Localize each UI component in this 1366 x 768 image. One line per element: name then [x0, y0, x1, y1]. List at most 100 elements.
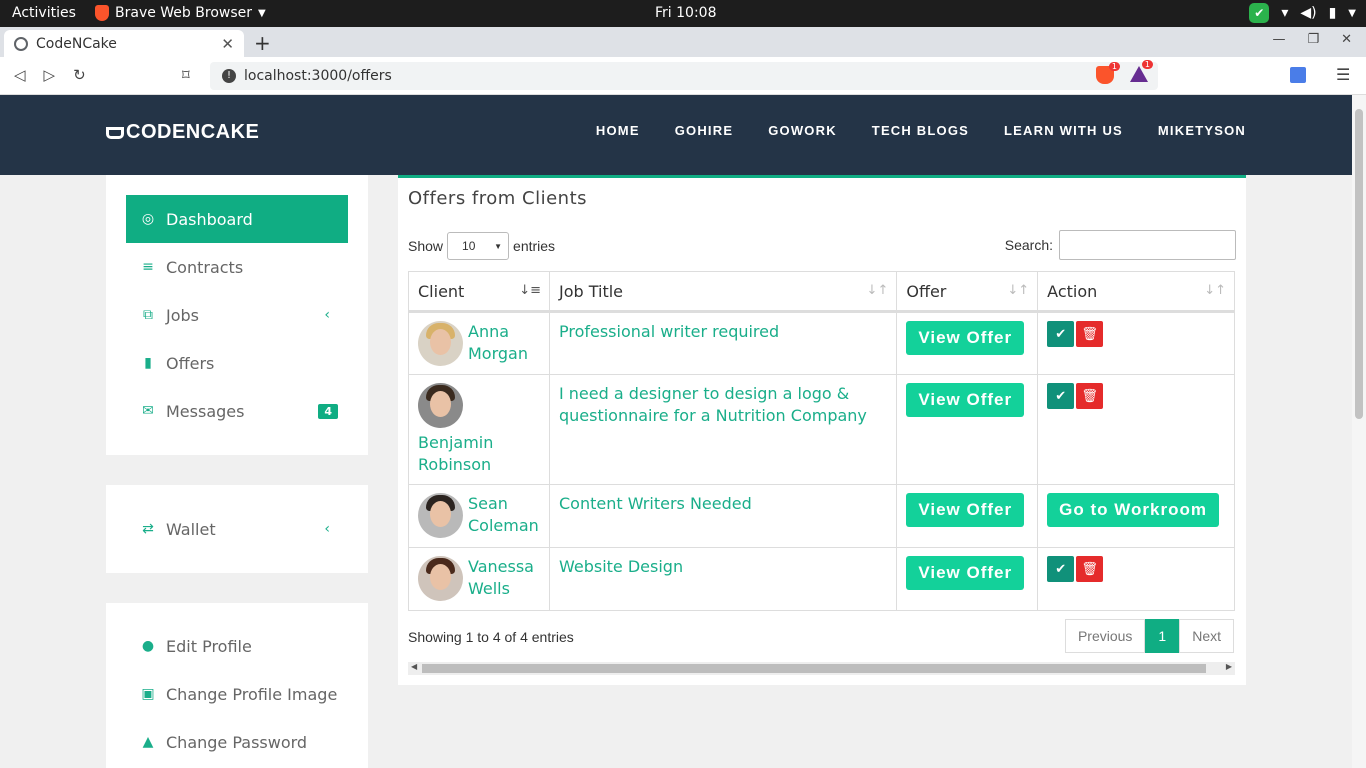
- offer-cell: View Offer: [896, 374, 1039, 485]
- rewards-count: 1: [1141, 60, 1153, 69]
- lock-icon: ▲: [142, 734, 154, 750]
- check-shield-icon[interactable]: ✔: [1249, 3, 1270, 23]
- nav-gohire[interactable]: GOHIRE: [675, 123, 733, 138]
- nav-tech-blogs[interactable]: TECH BLOGS: [872, 123, 969, 138]
- sidebar-item-contracts[interactable]: ≡ Contracts: [126, 243, 348, 291]
- entries-label: entries: [513, 238, 556, 254]
- next-page-button[interactable]: Next: [1179, 619, 1234, 653]
- sidebar-item-messages[interactable]: ✉ Messages 4: [126, 387, 348, 435]
- chevron-left-icon: ‹: [324, 307, 330, 323]
- column-header-job-title[interactable]: Job Title ↓↑: [548, 271, 898, 313]
- entries-select[interactable]: 10 ▼: [447, 232, 510, 260]
- translate-icon[interactable]: [1290, 67, 1306, 83]
- browser-tab[interactable]: CodeNCake ✕: [4, 30, 244, 57]
- job-title-link[interactable]: Professional writer required: [559, 322, 799, 341]
- client-cell: Vanessa Wells: [408, 547, 550, 611]
- page-1-button[interactable]: 1: [1145, 619, 1180, 653]
- trash-icon[interactable]: 🗑: [1076, 321, 1104, 347]
- column-header-offer[interactable]: Offer ↓↑: [896, 271, 1039, 313]
- view-offer-button[interactable]: View Offer: [906, 556, 1025, 590]
- system-tray[interactable]: ✔ ▾ ◀) ▮ ▼: [1249, 3, 1356, 23]
- offer-cell: View Offer: [896, 484, 1039, 548]
- horizontal-scrollbar[interactable]: ◀ ▶: [408, 662, 1235, 675]
- avatar: [418, 556, 463, 601]
- minimize-icon[interactable]: —: [1272, 32, 1285, 47]
- sidebar-item-change-password[interactable]: ▲ Change Password: [126, 718, 348, 766]
- back-icon[interactable]: ◁: [14, 66, 26, 84]
- sidebar-item-jobs[interactable]: ⧉ Jobs ‹: [126, 291, 348, 339]
- globe-icon: [14, 36, 28, 51]
- column-label: Offer: [906, 281, 947, 301]
- brave-shields-icon[interactable]: 1: [1096, 62, 1120, 84]
- chevron-left-icon: ‹: [324, 521, 330, 537]
- table-search: Search:: [1005, 230, 1236, 260]
- job-title-link[interactable]: I need a designer to design a logo & que…: [559, 384, 887, 425]
- table-row: Sean Coleman Content Writers Needed View…: [408, 484, 1235, 548]
- address-bar[interactable]: ! localhost:3000/offers: [210, 62, 1158, 90]
- app-menu[interactable]: Brave Web Browser ▼: [95, 5, 266, 21]
- column-label: Job Title: [558, 281, 624, 301]
- go-to-workroom-button[interactable]: Go to Workroom: [1047, 493, 1219, 527]
- column-header-client[interactable]: Client ↓≡: [408, 271, 550, 313]
- action-cell: ✔ 🗑: [1037, 547, 1235, 611]
- view-offer-button[interactable]: View Offer: [906, 321, 1025, 355]
- job-title-cell: Content Writers Needed: [548, 484, 898, 548]
- nav-home[interactable]: HOME: [596, 123, 640, 138]
- client-name-link[interactable]: Sean Coleman: [468, 493, 540, 537]
- sidebar-item-edit-profile[interactable]: ● Edit Profile: [126, 622, 348, 670]
- trash-icon[interactable]: 🗑: [1076, 556, 1104, 582]
- search-label: Search:: [1004, 237, 1053, 253]
- site-logo[interactable]: CODENCAKE: [106, 121, 259, 144]
- restore-icon[interactable]: ❐: [1307, 32, 1319, 47]
- client-name-link[interactable]: Vanessa Wells: [468, 556, 540, 600]
- client-name-link[interactable]: Anna Morgan: [468, 321, 540, 365]
- sidebar-item-offers[interactable]: ▮ Offers: [126, 339, 348, 387]
- horizontal-scroll-thumb[interactable]: [422, 664, 1206, 673]
- previous-page-button[interactable]: Previous: [1064, 619, 1146, 653]
- job-title-link[interactable]: Content Writers Needed: [559, 494, 772, 513]
- brave-icon: [95, 5, 109, 21]
- activities-button[interactable]: Activities: [12, 5, 76, 21]
- sort-asc-icon: ↓≡: [519, 283, 541, 298]
- new-tab-button[interactable]: +: [254, 31, 271, 55]
- scroll-right-icon[interactable]: ▶: [1226, 662, 1232, 671]
- hamburger-menu-icon[interactable]: ☰: [1336, 65, 1350, 84]
- nav-gowork[interactable]: GOWORK: [768, 123, 837, 138]
- nav-user-miketyson[interactable]: MIKETYSON: [1158, 123, 1246, 138]
- avatar: [418, 383, 463, 428]
- close-tab-icon[interactable]: ✕: [221, 35, 234, 53]
- sidebar-item-change-profile-image[interactable]: ▣ Change Profile Image: [126, 670, 348, 718]
- scroll-left-icon[interactable]: ◀: [411, 662, 417, 671]
- reload-icon[interactable]: ↻: [73, 66, 86, 84]
- client-cell: Anna Morgan: [408, 311, 550, 375]
- chevron-down-icon: ▼: [1348, 7, 1356, 19]
- avatar: [418, 493, 463, 538]
- check-icon[interactable]: ✔: [1047, 321, 1075, 347]
- close-window-icon[interactable]: ✕: [1341, 32, 1352, 47]
- client-name-link[interactable]: Benjamin Robinson: [418, 432, 540, 476]
- bookmark-icon[interactable]: ⌑: [182, 66, 190, 84]
- check-icon[interactable]: ✔: [1047, 383, 1075, 409]
- clock[interactable]: Fri 10:08: [655, 5, 716, 21]
- nav-learn-with-us[interactable]: LEARN WITH US: [1004, 123, 1123, 138]
- view-offer-button[interactable]: View Offer: [906, 493, 1025, 527]
- sidebar-item-dashboard[interactable]: ◎ Dashboard: [126, 195, 348, 243]
- job-title-cell: Professional writer required: [548, 311, 898, 375]
- column-header-action[interactable]: Action ↓↑: [1037, 271, 1235, 313]
- sidebar-item-wallet[interactable]: ⇄ Wallet ‹: [126, 505, 348, 553]
- check-icon[interactable]: ✔: [1047, 556, 1075, 582]
- caret-down-icon: ▼: [494, 241, 503, 251]
- trash-icon[interactable]: 🗑: [1076, 383, 1104, 409]
- forward-icon[interactable]: ▷: [44, 66, 56, 84]
- page-scrollbar[interactable]: [1352, 95, 1366, 768]
- url-text[interactable]: localhost:3000/offers: [244, 68, 392, 84]
- page-scroll-thumb[interactable]: [1355, 109, 1363, 419]
- user-icon: ●: [141, 638, 155, 654]
- view-offer-button[interactable]: View Offer: [906, 383, 1025, 417]
- search-input[interactable]: [1059, 230, 1236, 260]
- offers-panel: Offers from Clients Show 10 ▼ entries Se…: [398, 175, 1246, 685]
- brave-rewards-icon[interactable]: 1: [1130, 60, 1153, 82]
- info-icon[interactable]: !: [222, 69, 236, 83]
- job-title-link[interactable]: Website Design: [559, 557, 703, 576]
- site-navbar: CODENCAKE HOME GOHIRE GOWORK TECH BLOGS …: [0, 95, 1352, 175]
